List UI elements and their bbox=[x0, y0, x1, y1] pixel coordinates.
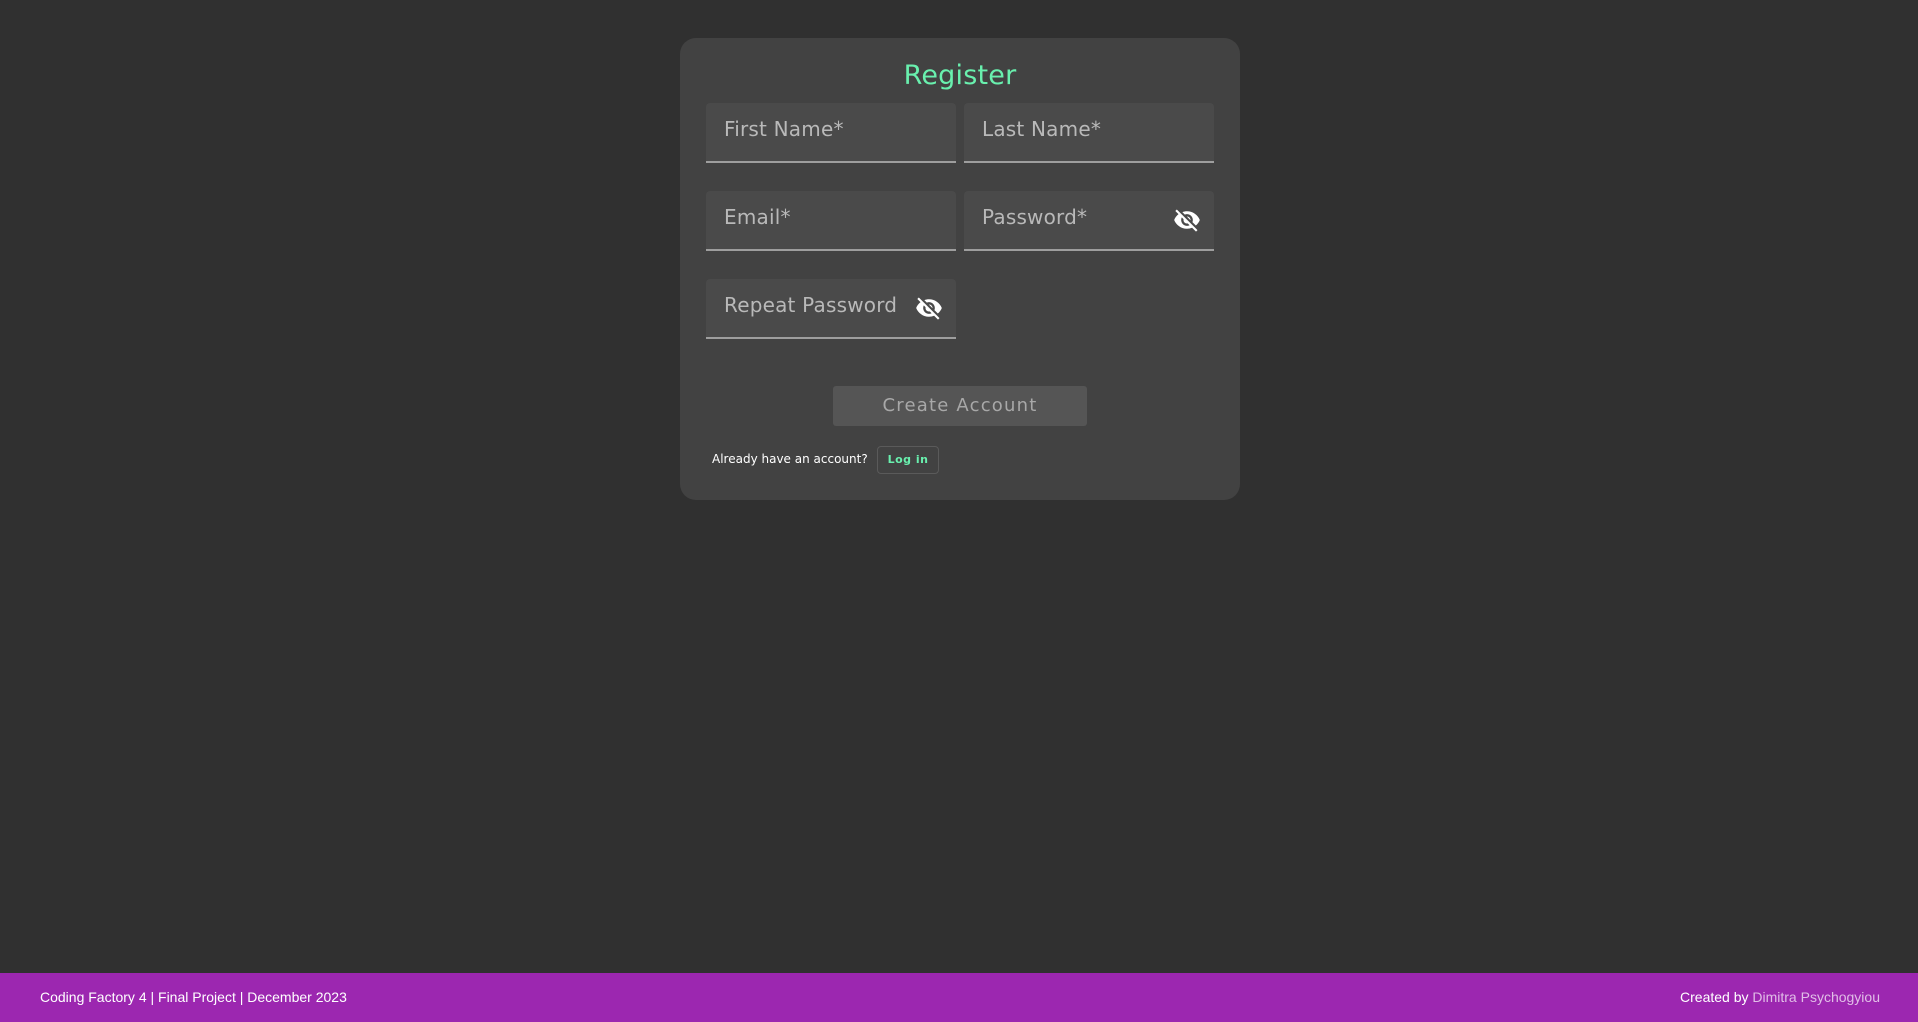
email-placeholder: Email* bbox=[724, 205, 791, 229]
first-name-placeholder: First Name* bbox=[724, 117, 844, 141]
login-button[interactable]: Log in bbox=[877, 446, 939, 474]
footer-project-text: Coding Factory 4 | Final Project | Decem… bbox=[40, 989, 347, 1005]
password-placeholder: Password* bbox=[982, 205, 1088, 229]
footer: Coding Factory 4 | Final Project | Decem… bbox=[0, 973, 1918, 1022]
page-title: Register bbox=[903, 60, 1017, 91]
email-field[interactable]: Email* bbox=[706, 191, 956, 251]
last-name-placeholder: Last Name* bbox=[982, 117, 1102, 141]
last-name-field[interactable]: Last Name* bbox=[964, 103, 1214, 163]
repeat-password-placeholder: Repeat Password bbox=[724, 293, 898, 317]
created-by-label: Created by bbox=[1680, 989, 1753, 1005]
footer-credits: Created by Dimitra Psychogyiou bbox=[1680, 989, 1880, 1005]
register-card: Register First Name* Last Name* Email* P… bbox=[680, 38, 1240, 500]
password-field[interactable]: Password* bbox=[964, 191, 1214, 251]
author-link[interactable]: Dimitra Psychogyiou bbox=[1752, 989, 1880, 1005]
repeat-password-field[interactable]: Repeat Password bbox=[706, 279, 956, 339]
create-account-button[interactable]: Create Account bbox=[833, 386, 1087, 426]
eye-off-icon[interactable] bbox=[914, 293, 944, 323]
first-name-field[interactable]: First Name* bbox=[706, 103, 956, 163]
eye-off-icon[interactable] bbox=[1172, 205, 1202, 235]
login-prompt: Already have an account? bbox=[712, 452, 868, 466]
